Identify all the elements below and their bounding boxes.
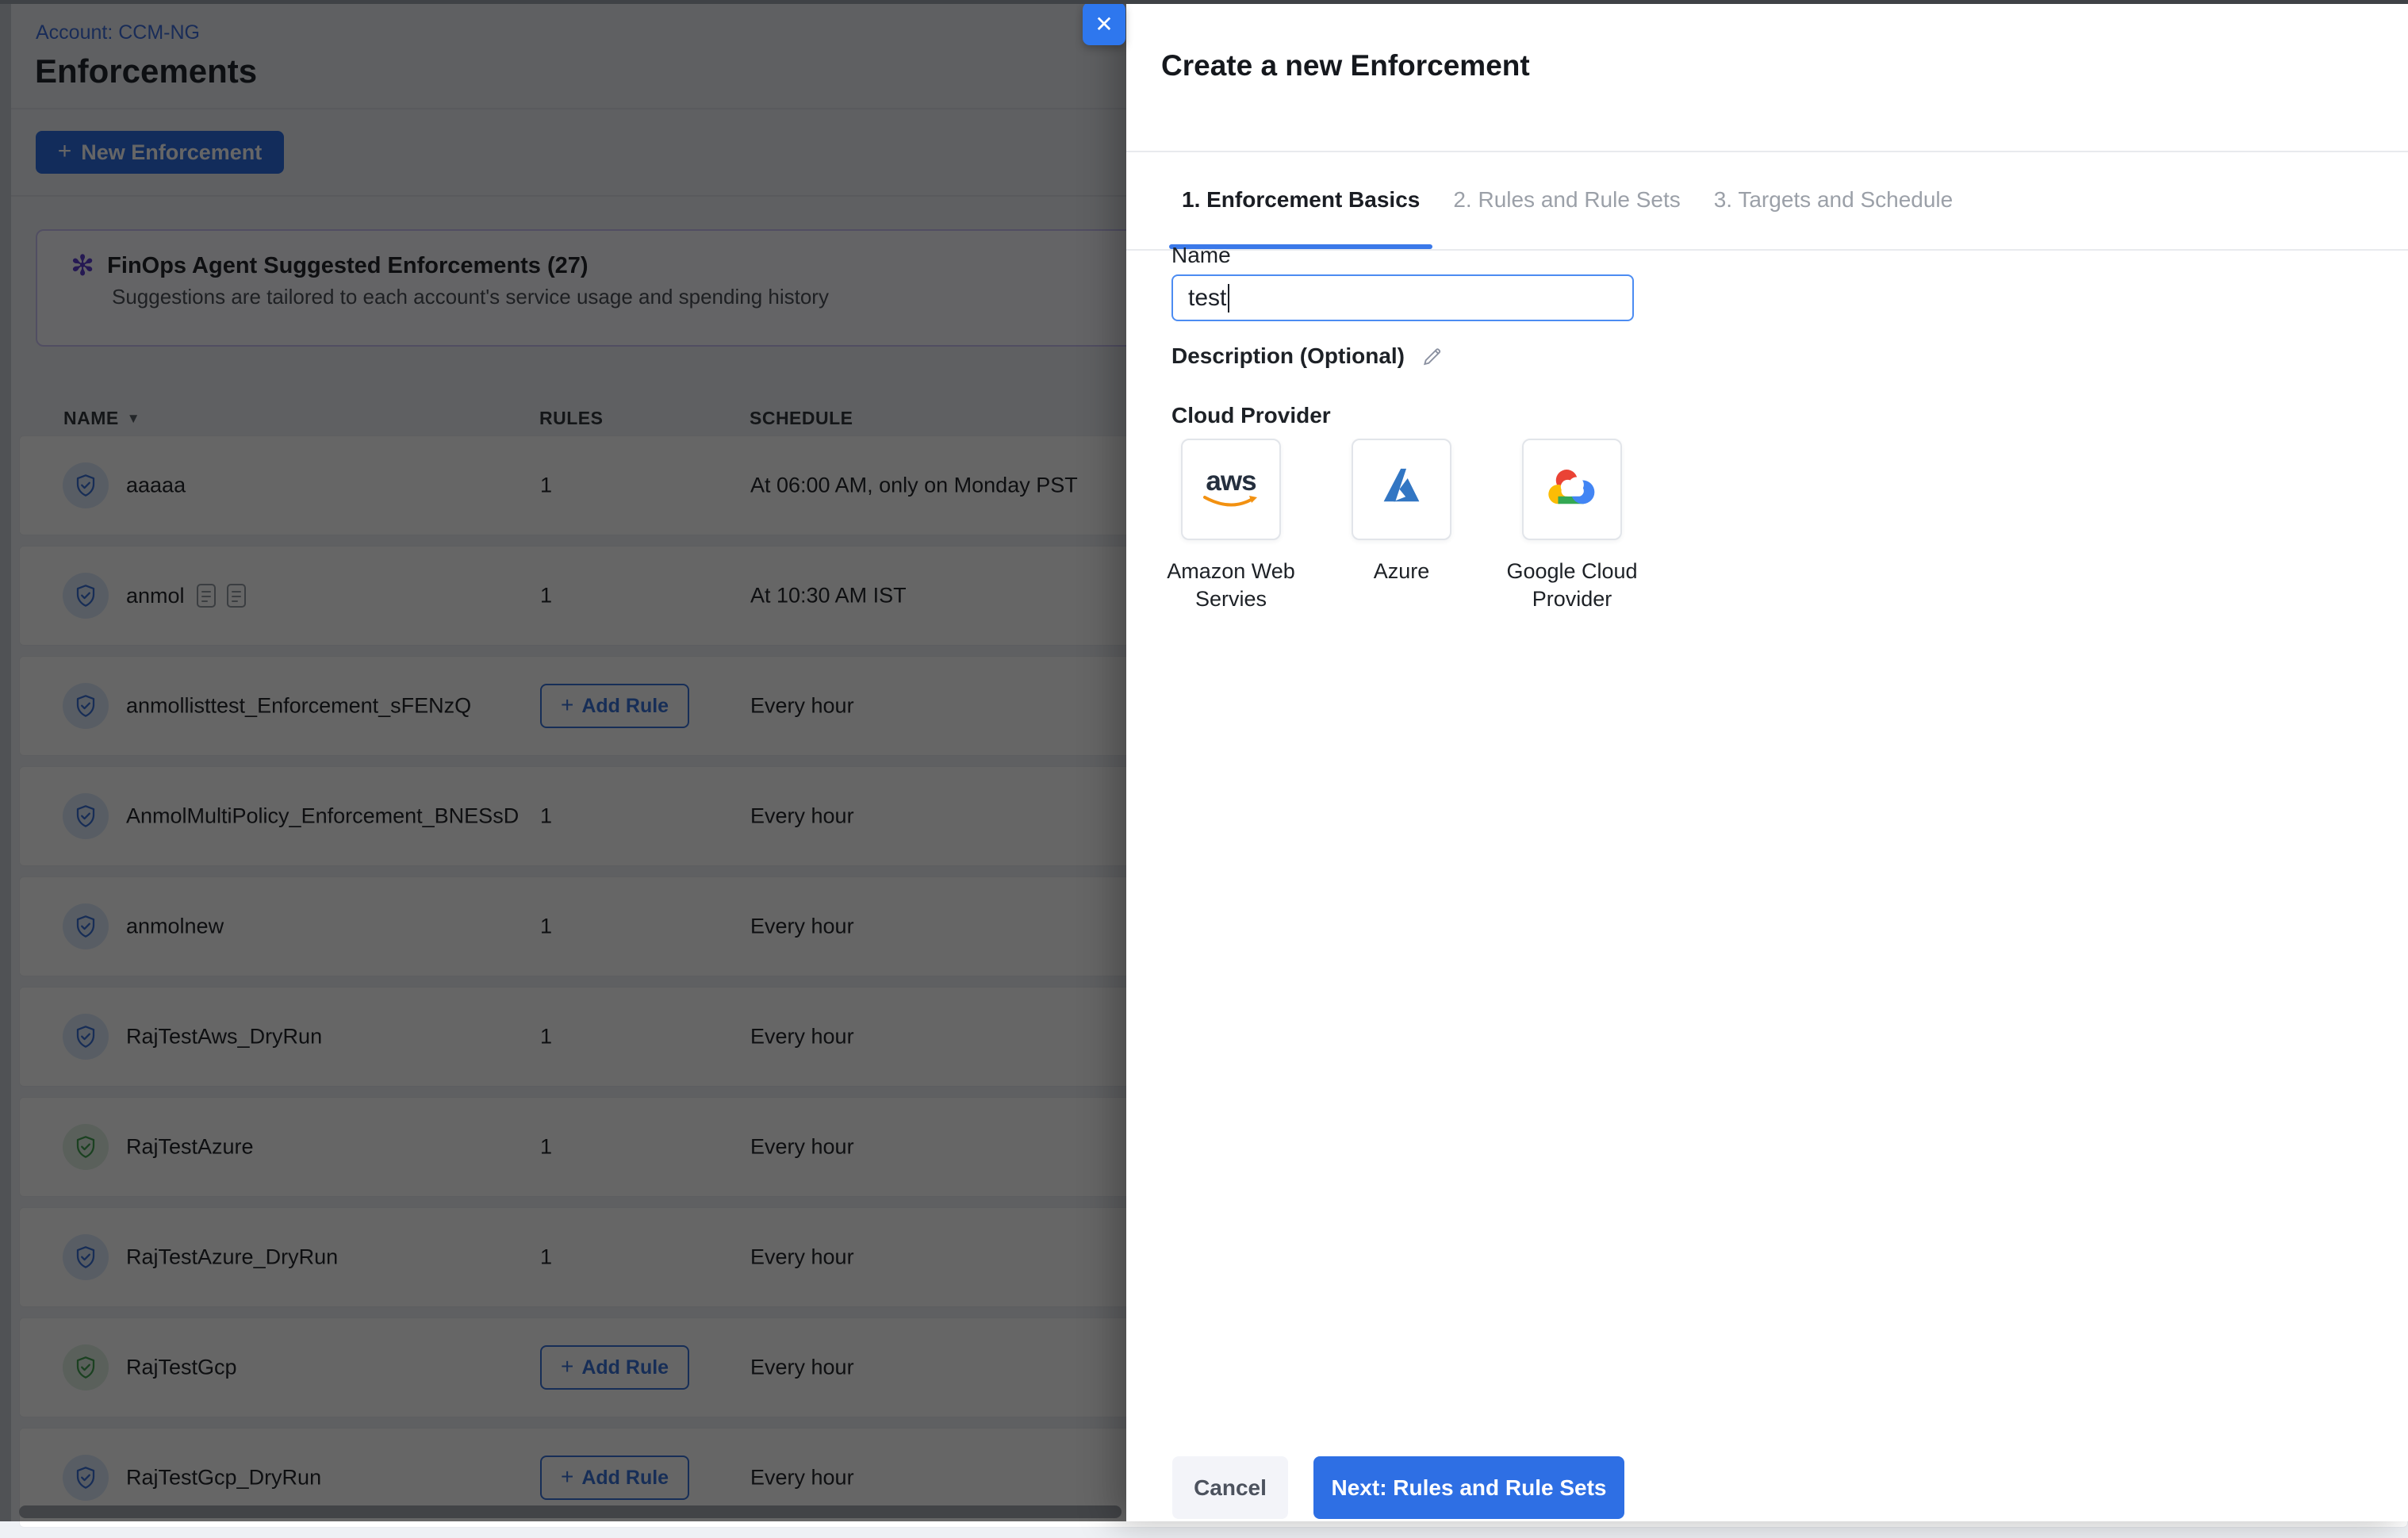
azure-logo-icon xyxy=(1377,466,1426,514)
provider-gcp[interactable]: Google Cloud Provider xyxy=(1522,439,1622,613)
gcp-logo-icon xyxy=(1546,466,1598,513)
description-label: Description (Optional) xyxy=(1171,343,1405,369)
close-drawer-button[interactable]: ✕ xyxy=(1083,2,1125,45)
create-enforcement-drawer: ✕ Create a new Enforcement 1. Enforcemen… xyxy=(1126,0,2408,1521)
name-input[interactable]: test xyxy=(1171,274,1634,321)
drawer-title: Create a new Enforcement xyxy=(1161,49,1530,82)
window-top-edge xyxy=(0,0,2408,4)
tab-enforcement-basics[interactable]: 1. Enforcement Basics xyxy=(1169,151,1432,249)
provider-aws[interactable]: aws Amazon Web Servies xyxy=(1181,439,1281,613)
provider-azure[interactable]: Azure xyxy=(1352,439,1451,613)
cloud-provider-label: Cloud Provider xyxy=(1171,403,1331,428)
name-label: Name xyxy=(1171,243,1231,268)
provider-gcp-label: Google Cloud Provider xyxy=(1501,558,1643,613)
provider-aws-label: Amazon Web Servies xyxy=(1160,558,1302,613)
tab-rules-and-rule-sets[interactable]: 2. Rules and Rule Sets xyxy=(1440,151,1693,249)
wizard-tabs: 1. Enforcement Basics 2. Rules and Rule … xyxy=(1169,151,1965,249)
text-caret xyxy=(1228,284,1229,313)
screen: Account: CCM-NG Enforcements + New Enfor… xyxy=(0,0,2408,1521)
cancel-button[interactable]: Cancel xyxy=(1172,1456,1288,1519)
tab-targets-and-schedule[interactable]: 3. Targets and Schedule xyxy=(1701,151,1965,249)
drawer-footer: Cancel Next: Rules and Rule Sets xyxy=(1126,1430,2408,1521)
cloud-provider-options: aws Amazon Web Servies Azure xyxy=(1181,439,1622,613)
provider-azure-label: Azure xyxy=(1330,558,1473,585)
close-icon: ✕ xyxy=(1095,12,1113,36)
name-input-value: test xyxy=(1188,285,1226,312)
next-button[interactable]: Next: Rules and Rule Sets xyxy=(1313,1456,1624,1519)
aws-logo-icon: aws xyxy=(1202,469,1260,510)
edit-pencil-icon[interactable] xyxy=(1419,343,1444,369)
tabs-divider xyxy=(1126,249,2408,251)
